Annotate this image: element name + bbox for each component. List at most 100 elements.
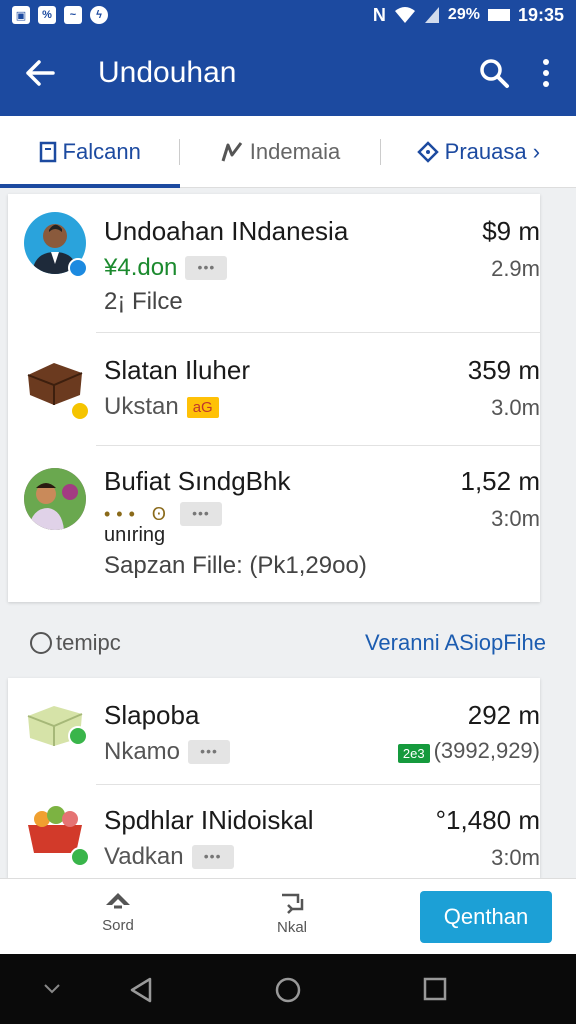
item-badge: 2e3 (397, 744, 430, 763)
item-size-detail: (3992,929) (433, 738, 540, 763)
page-title: Undouhan (98, 56, 237, 89)
more-chip[interactable]: ••• (188, 740, 231, 764)
hide-keyboard-button[interactable] (42, 982, 62, 1001)
item-meta: Vadkan ••• (104, 843, 234, 871)
tab-label: Falcann (62, 138, 141, 164)
item-size: °1,480 m (435, 805, 540, 835)
sort-button[interactable]: Sord (88, 889, 148, 934)
item-size-secondary: 3:0m (491, 845, 540, 870)
item-size-secondary: 2.9m (491, 256, 540, 281)
nav-home-button[interactable] (274, 976, 302, 1009)
section-link[interactable]: Veranni ASiopFihe (365, 630, 546, 656)
item-name: Spdhlar INidoiskal (104, 805, 314, 835)
item-detail: Sapzan Fille: (Pk1,29oo) (104, 552, 367, 579)
item-meta: Nkamo ••• (104, 738, 231, 766)
item-meta: Ukstan aG (104, 393, 219, 421)
tab-prauasa[interactable]: Prauasa › (381, 116, 576, 188)
back-arrow-icon (26, 60, 55, 86)
item-subtitle: Ukstan (104, 393, 179, 420)
list-item[interactable]: Slatan Iluher Ukstan aG 359 m 3.0m (8, 333, 540, 445)
list-item[interactable]: Bufiat SındgBhk ••• ʘ ••• unıring Sapzan… (8, 446, 540, 602)
signal-icon (424, 7, 439, 23)
item-name: Undoahan INdanesia (104, 216, 349, 246)
item-size: 359 m (467, 355, 540, 385)
percent-icon: % (38, 6, 56, 24)
avatar (24, 468, 86, 530)
verified-badge-icon (68, 258, 88, 278)
list-item[interactable]: Slapoba Nkamo ••• 292 m 2e3 (3992,929) (8, 678, 540, 784)
share-icon (282, 893, 304, 914)
rating-dots-icon: ••• ʘ (104, 503, 172, 524)
item-meta: ••• ʘ ••• (104, 502, 222, 526)
sort-icon (106, 893, 130, 909)
item-price: ¥4.don (104, 254, 178, 281)
item-detail: 2¡ Filce (104, 288, 183, 315)
search-icon (480, 59, 509, 88)
sort-label: Sord (102, 917, 134, 934)
battery-icon (487, 9, 510, 21)
more-chip[interactable]: ••• (179, 502, 222, 526)
square-recents-icon (423, 977, 447, 1001)
tab-bar: Falcann Indemaia Prauasa › (0, 116, 576, 188)
circle-icon (30, 632, 52, 654)
item-size-secondary: 2e3 (3992,929) (397, 738, 540, 764)
item-subtitle: unıring (104, 524, 166, 546)
check-badge-icon (70, 847, 90, 867)
image-icon: ▣ (12, 6, 30, 24)
item-badge: aG (186, 396, 219, 418)
file-list-card: Slapoba Nkamo ••• 292 m 2e3 (3992,929) Sp… (8, 678, 540, 878)
battery-percent: 29% (447, 6, 480, 23)
circle-home-icon (275, 977, 301, 1003)
item-size: 1,52 m (460, 466, 541, 496)
item-name: Slatan Iluher (104, 355, 250, 385)
section-title[interactable]: temipc (30, 630, 121, 656)
list-item[interactable]: Undoahan INdanesia ¥4.don ••• 2¡ Filce $… (8, 194, 540, 332)
more-options-button[interactable] (536, 53, 556, 93)
item-subtitle: Nkamo (104, 738, 181, 765)
notification-icons: ▣ % ~ ϟ (12, 6, 108, 24)
dot (543, 70, 549, 76)
list-item[interactable]: Spdhlar INidoiskal Vadkan ••• °1,480 m 3… (8, 785, 540, 878)
dot (543, 81, 549, 87)
tab-label: Indemaia (249, 138, 341, 164)
status-bar: ▣ % ~ ϟ N 29% 19:35 (0, 0, 576, 30)
item-size-secondary: 3.0m (491, 395, 540, 420)
network-indicator: N (372, 4, 386, 25)
app-bar: Undouhan (0, 30, 576, 116)
tab-label: Prauasa › (444, 138, 541, 164)
more-chip[interactable]: ••• (191, 845, 234, 869)
triangle-back-icon (130, 977, 152, 1003)
nav-back-button[interactable] (128, 976, 154, 1009)
more-chip[interactable]: ••• (185, 256, 228, 280)
nav-recents-button[interactable] (422, 976, 448, 1007)
tag-icon (416, 140, 439, 163)
primary-action-button[interactable]: Qenthan (420, 891, 552, 943)
system-nav-bar (0, 954, 576, 1024)
item-name: Bufiat SındgBhk (104, 466, 291, 496)
chevron-down-icon (44, 984, 60, 994)
trend-icon: ~ (64, 6, 82, 24)
next-label: Nkal (276, 919, 307, 936)
item-subtitle: Vadkan (104, 843, 184, 870)
next-button[interactable]: Nkal (262, 889, 322, 936)
search-button[interactable] (474, 53, 514, 93)
bottom-action-bar: Sord Nkal Qenthan (0, 878, 576, 954)
tab-falcann[interactable]: Falcann (0, 116, 181, 188)
section-header: temipc Veranni ASiopFihe (0, 618, 576, 668)
file-list-card: Undoahan INdanesia ¥4.don ••• 2¡ Filce $… (8, 194, 540, 602)
item-size-secondary: 3:0m (491, 506, 540, 531)
clock: 19:35 (517, 4, 564, 25)
item-name: Slapoba (104, 700, 200, 730)
status-dot-icon (70, 401, 90, 421)
item-meta: ¥4.don ••• (104, 254, 228, 282)
tab-indemaia[interactable]: Indemaia (180, 116, 379, 188)
dot (543, 59, 549, 65)
section-label: temipc (56, 630, 121, 655)
back-button[interactable] (20, 53, 60, 93)
document-icon (39, 141, 56, 162)
wifi-icon (394, 7, 415, 23)
check-badge-icon (68, 726, 88, 746)
pen-icon (221, 141, 242, 161)
system-icons: N 29% 19:35 (373, 5, 564, 26)
item-size: $9 m (482, 216, 540, 246)
